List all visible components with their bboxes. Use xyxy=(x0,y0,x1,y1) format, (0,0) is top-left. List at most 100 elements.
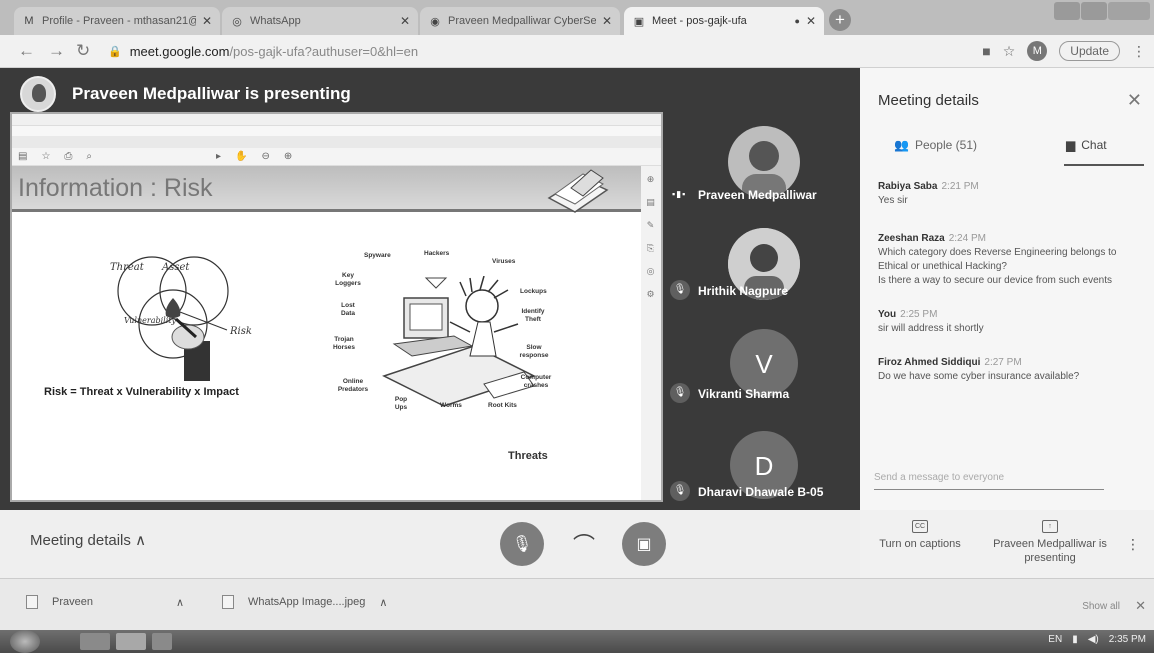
tab-chat[interactable]: ▆ Chat xyxy=(1066,138,1107,152)
volume-icon[interactable]: ◀) xyxy=(1088,634,1099,645)
message-text: Do we have some cyber insurance availabl… xyxy=(878,371,1080,382)
venn-label-threat: Threat xyxy=(110,262,144,273)
tool-icon: ✎ xyxy=(646,220,655,230)
meeting-details-label: Meeting details xyxy=(30,532,131,549)
tool-icon: ▤ xyxy=(646,197,655,207)
presentation-slide: Information : Risk Threat Asset Vulnerab… xyxy=(12,166,641,500)
shared-app-menubar xyxy=(12,126,661,136)
web-icon: ◉ xyxy=(430,15,440,28)
show-all-downloads-link[interactable]: Show all xyxy=(1082,601,1120,612)
threat-label: Spyware xyxy=(364,252,391,259)
maximize-button[interactable] xyxy=(1081,2,1107,20)
new-tab-button[interactable]: + xyxy=(829,9,851,31)
panel-controls: CC Turn on captions ↑ Praveen Medpalliwa… xyxy=(860,510,1154,578)
muted-mic-icon: 🎙 xyxy=(670,383,690,403)
browser-tab-strip: M Profile - Praveen - mthasan21@... ✕ ◎ … xyxy=(0,0,1154,35)
close-tab-icon[interactable]: ✕ xyxy=(602,14,612,28)
recording-dot-icon: ● xyxy=(794,16,800,26)
tab-label: Profile - Praveen - mthasan21@... xyxy=(42,15,196,27)
people-icon: 👥 xyxy=(894,138,909,152)
message-text: Is there a way to secure our device from… xyxy=(878,275,1112,286)
system-tray: EN ▮ ◀) 2:35 PM xyxy=(1048,634,1146,645)
update-button[interactable]: Update xyxy=(1059,41,1120,61)
threat-label: Root Kits xyxy=(488,402,517,409)
tab-whatsapp[interactable]: ◎ WhatsApp ✕ xyxy=(222,7,418,35)
star-icon[interactable]: ☆ xyxy=(1003,43,1016,60)
more-vert-icon[interactable]: ⋮ xyxy=(1132,43,1146,60)
chat-icon: ▆ xyxy=(1066,138,1076,152)
reload-icon[interactable]: ↻ xyxy=(76,41,90,61)
minimize-button[interactable] xyxy=(1054,2,1080,20)
chat-message: Firoz Ahmed Siddiqui 2:27 PM Do we have s… xyxy=(878,356,1140,384)
zoom-icon: ⌕ xyxy=(86,151,93,162)
close-tab-icon[interactable]: ✕ xyxy=(806,14,816,28)
more-options-icon[interactable]: ⋮ xyxy=(1126,536,1140,553)
meeting-details-toggle[interactable]: Meeting details ∧ xyxy=(30,531,146,549)
toolbar-right: ■ ☆ M Update ⋮ xyxy=(982,41,1146,61)
tab-google-meet[interactable]: ▣ Meet - pos-gajk-ufa ● ✕ xyxy=(624,7,824,35)
tab-gmail-profile[interactable]: M Profile - Praveen - mthasan21@... ✕ xyxy=(14,7,220,35)
start-button[interactable] xyxy=(10,630,40,653)
camera-icon[interactable]: ■ xyxy=(982,43,990,59)
download-item[interactable]: WhatsApp Image....jpeg ∧ xyxy=(222,595,402,609)
meeting-details-panel: Meeting details ✕ 👥 People (51) ▆ Chat R… xyxy=(860,68,1154,510)
image-file-icon xyxy=(222,595,234,609)
url-field[interactable]: 🔒 meet.google.com /pos-gajk-ufa?authuser… xyxy=(108,40,988,62)
gmail-icon: M xyxy=(24,15,34,27)
participant-tile[interactable]: ▪▮▪ Praveen Medpalliwar xyxy=(670,118,855,218)
participant-tile[interactable]: D 🎙 Dharavi Dhawale B-05 xyxy=(670,421,855,521)
profile-avatar[interactable]: M xyxy=(1027,41,1048,61)
taskbar-app-chrome[interactable] xyxy=(116,633,146,650)
whatsapp-icon: ◎ xyxy=(232,15,242,28)
close-tab-icon[interactable]: ✕ xyxy=(202,14,212,28)
chevron-up-icon[interactable]: ∧ xyxy=(176,596,184,609)
tab-label: WhatsApp xyxy=(250,15,301,27)
venn-label-asset: Asset xyxy=(162,262,190,273)
language-indicator[interactable]: EN xyxy=(1048,634,1062,645)
participant-name: Praveen Medpalliwar xyxy=(698,188,817,202)
close-tab-icon[interactable]: ✕ xyxy=(400,14,410,28)
threat-label: Identify Theft xyxy=(521,308,545,323)
presenting-button[interactable]: ↑ Praveen Medpalliwar is presenting xyxy=(990,518,1110,565)
tool-icon: ◎ xyxy=(646,266,655,276)
clock[interactable]: 2:35 PM xyxy=(1109,634,1146,645)
chat-message: You 2:25 PM sir will address it shortly xyxy=(878,308,1140,336)
tab-label: Praveen Medpalliwar CyberSec... xyxy=(448,15,596,27)
camera-off-button[interactable]: ▣ xyxy=(622,522,666,566)
threat-label: Pop Ups xyxy=(394,396,408,411)
close-icon[interactable]: ✕ xyxy=(1135,598,1146,614)
leave-call-button[interactable]: ⌒ xyxy=(562,522,606,566)
participant-tile[interactable]: 🎙 Hrithik Nagpure xyxy=(670,218,855,318)
window-close-button[interactable] xyxy=(1108,2,1150,20)
taskbar-app-explorer[interactable] xyxy=(80,633,110,650)
message-time: 2:24 PM xyxy=(948,233,986,244)
threat-label: Viruses xyxy=(492,258,516,265)
captions-button[interactable]: CC Turn on captions xyxy=(870,518,970,551)
shared-app-sidebar: ⊕ ▤ ✎ ⎘ ◎ ⚙ xyxy=(639,166,661,500)
participant-name: Hrithik Nagpure xyxy=(698,284,789,298)
shared-app-tabs xyxy=(12,136,661,148)
download-item[interactable]: Praveen ∧ xyxy=(26,595,196,609)
tool-icon: ⎘ xyxy=(646,243,655,253)
lock-icon: 🔒 xyxy=(108,45,122,58)
tab-people[interactable]: 👥 People (51) xyxy=(894,138,977,152)
threats-caption: Threats xyxy=(508,450,548,462)
active-tab-indicator xyxy=(1064,164,1144,166)
message-time: 2:27 PM xyxy=(984,357,1022,368)
tab-cybersec-site[interactable]: ◉ Praveen Medpalliwar CyberSec... ✕ xyxy=(420,7,620,35)
back-arrow-icon[interactable]: ← xyxy=(18,41,35,61)
mic-off-button[interactable]: 🎙 xyxy=(500,522,544,566)
print-icon: ⎙ xyxy=(64,151,73,162)
chat-message-input[interactable]: Send a message to everyone xyxy=(874,472,1104,490)
network-icon[interactable]: ▮ xyxy=(1072,634,1078,645)
taskbar-app[interactable] xyxy=(152,633,172,650)
forward-arrow-icon[interactable]: → xyxy=(48,41,65,61)
threat-label: Trojan Horses xyxy=(332,336,356,351)
meeting-controls: Meeting details ∧ 🎙 ⌒ ▣ xyxy=(0,510,860,578)
participant-tile[interactable]: V 🎙 Vikranti Sharma xyxy=(670,321,855,421)
books-illustration xyxy=(547,169,609,213)
tool-icon: ⚙ xyxy=(646,289,655,299)
chevron-up-icon[interactable]: ∧ xyxy=(379,596,387,609)
close-icon[interactable]: ✕ xyxy=(1127,90,1142,111)
tab-people-label: People (51) xyxy=(914,138,977,152)
